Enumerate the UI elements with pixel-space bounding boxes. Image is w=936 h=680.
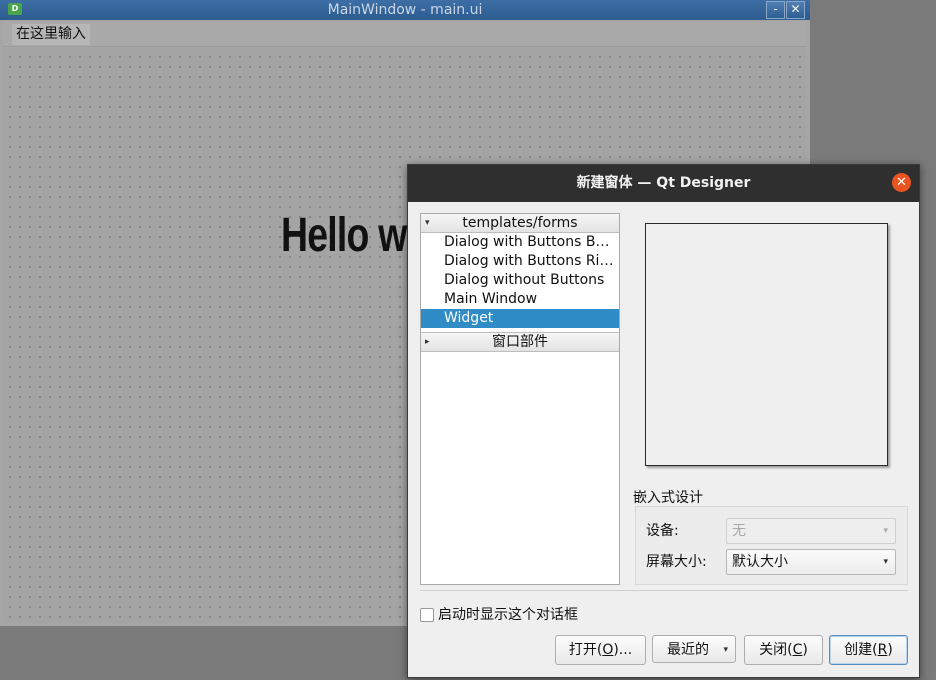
tree-item-dialog-buttons-bottom[interactable]: Dialog with Buttons Bottom: [421, 233, 619, 252]
dropdown-arrow-icon: ▾: [883, 526, 888, 536]
show-on-startup-checkbox[interactable]: [420, 608, 434, 622]
show-on-startup-label[interactable]: 启动时显示这个对话框: [438, 606, 578, 624]
main-window-title: MainWindow - main.ui: [327, 2, 483, 18]
dialog-title: 新建窗体 — Qt Designer: [576, 175, 751, 191]
device-combobox: 无 ▾: [726, 518, 896, 544]
tree-item-dialog-buttons-right[interactable]: Dialog with Buttons Right: [421, 252, 619, 271]
divider: [420, 590, 908, 591]
form-menubar: 在这里输入: [3, 22, 806, 47]
screen-size-combobox[interactable]: 默认大小 ▾: [726, 549, 896, 575]
hello-label[interactable]: Hello w: [281, 208, 407, 263]
embedded-design-label: 嵌入式设计: [633, 490, 703, 506]
tree-item-label: Dialog with Buttons Right: [444, 253, 617, 269]
device-label: 设备:: [646, 523, 679, 539]
tree-group-templates-forms[interactable]: ▾ templates/forms: [421, 214, 619, 233]
tree-item-widget[interactable]: Widget: [421, 309, 619, 328]
dropdown-arrow-icon[interactable]: ▾: [883, 550, 888, 574]
tree-item-label: Widget: [444, 310, 494, 326]
form-preview: [645, 223, 888, 466]
dialog-titlebar[interactable]: 新建窗体 — Qt Designer ✕: [408, 165, 919, 202]
close-window-button[interactable]: ✕: [786, 1, 805, 19]
tree-group-label: 窗口部件: [492, 334, 548, 350]
tree-item-label: Dialog with Buttons Bottom: [444, 234, 617, 250]
collapsed-arrow-icon[interactable]: ▸: [425, 333, 430, 351]
tree-item-label: Dialog without Buttons: [444, 272, 605, 288]
tree-item-label: Main Window: [444, 291, 538, 307]
recent-button[interactable]: 最近的 ▾: [652, 635, 736, 663]
recent-button-label: 最近的: [667, 642, 709, 658]
tree-item-main-window[interactable]: Main Window: [421, 290, 619, 309]
dropdown-arrow-icon[interactable]: ▾: [723, 636, 728, 664]
minimize-button[interactable]: -: [766, 1, 785, 19]
main-window-titlebar[interactable]: D MainWindow - main.ui - ✕: [0, 0, 810, 20]
dialog-close-icon[interactable]: ✕: [892, 173, 911, 192]
menu-type-here-item[interactable]: 在这里输入: [12, 24, 90, 45]
tree-group-widgets[interactable]: ▸ 窗口部件: [421, 332, 619, 352]
tree-group-label: templates/forms: [462, 215, 578, 231]
screen-size-value: 默认大小: [732, 554, 788, 570]
new-form-dialog: 新建窗体 — Qt Designer ✕ ▾ templates/forms D…: [407, 164, 920, 678]
close-button[interactable]: 关闭(C): [744, 635, 823, 665]
expanded-arrow-icon[interactable]: ▾: [425, 214, 430, 232]
open-button[interactable]: 打开(O)...: [555, 635, 646, 665]
template-tree[interactable]: ▾ templates/forms Dialog with Buttons Bo…: [420, 213, 620, 585]
create-button[interactable]: 创建(R): [829, 635, 908, 665]
embedded-design-group: 设备: 无 ▾ 屏幕大小: 默认大小 ▾: [635, 506, 908, 585]
device-value: 无: [732, 523, 746, 539]
screen-size-label: 屏幕大小:: [646, 554, 707, 570]
tree-item-dialog-without-buttons[interactable]: Dialog without Buttons: [421, 271, 619, 290]
